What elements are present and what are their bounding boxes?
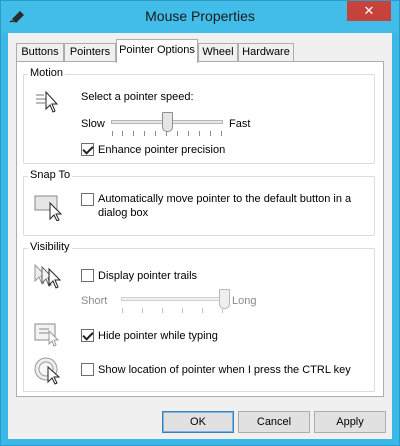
- window-title: Mouse Properties: [145, 8, 255, 24]
- show-location-label[interactable]: Show location of pointer when I press th…: [98, 364, 351, 376]
- pointer-speed-icon: [34, 89, 60, 115]
- hide-pointer-icon: [34, 321, 62, 347]
- pointer-trails-icon: [32, 263, 64, 291]
- tab-hardware[interactable]: Hardware: [238, 43, 294, 62]
- snap-to-label-line2[interactable]: dialog box: [98, 207, 148, 219]
- trails-slider-thumb[interactable]: [219, 289, 230, 309]
- speed-slider-thumb[interactable]: [162, 112, 173, 132]
- cancel-button[interactable]: Cancel: [238, 411, 310, 433]
- pointer-trails-checkbox[interactable]: [81, 269, 94, 282]
- snap-to-default-checkbox[interactable]: [81, 193, 94, 206]
- show-location-checkbox[interactable]: [81, 363, 94, 376]
- tab-pointers[interactable]: Pointers: [64, 43, 116, 62]
- enhance-precision-label[interactable]: Enhance pointer precision: [98, 144, 225, 156]
- speed-prompt-label: Select a pointer speed:: [81, 91, 194, 103]
- tab-wheel[interactable]: Wheel: [198, 43, 238, 62]
- snap-to-label-line1[interactable]: Automatically move pointer to the defaul…: [98, 193, 351, 205]
- snap-to-group: Snap To Automatically move pointer to th…: [23, 169, 375, 236]
- motion-group: Motion Select a pointer speed: Slow Fast…: [23, 67, 375, 164]
- trails-slider-ticks: [121, 308, 225, 313]
- fast-label: Fast: [229, 118, 251, 130]
- close-button[interactable]: ✕: [347, 1, 391, 21]
- pointer-options-panel: Motion Select a pointer speed: Slow Fast…: [16, 61, 384, 397]
- visibility-group-label: Visibility: [28, 241, 72, 253]
- dialog-client-area: Buttons Pointers Pointer Options Wheel H…: [8, 33, 392, 439]
- ok-button[interactable]: OK: [162, 411, 234, 433]
- long-label: Long: [232, 295, 257, 307]
- hide-pointer-label[interactable]: Hide pointer while typing: [98, 330, 218, 342]
- slow-label: Slow: [81, 118, 105, 130]
- title-bar[interactable]: Mouse Properties ✕: [1, 1, 399, 33]
- enhance-precision-checkbox[interactable]: [81, 143, 94, 156]
- short-label: Short: [81, 295, 108, 307]
- snap-to-group-label: Snap To: [28, 169, 73, 181]
- tab-pointer-options[interactable]: Pointer Options: [116, 39, 198, 63]
- tab-buttons[interactable]: Buttons: [16, 43, 64, 62]
- motion-group-label: Motion: [28, 67, 66, 79]
- pointer-trails-label[interactable]: Display pointer trails: [98, 270, 197, 282]
- snap-to-icon: [34, 191, 64, 221]
- hide-pointer-checkbox[interactable]: [81, 329, 94, 342]
- pointer-location-icon: [34, 355, 64, 385]
- trails-slider-track[interactable]: [121, 297, 225, 301]
- apply-button[interactable]: Apply: [314, 411, 386, 433]
- visibility-group: Visibility Display pointer trails Short: [23, 241, 375, 392]
- mouse-properties-window: Mouse Properties ✕ Buttons Pointers Poin…: [0, 0, 400, 446]
